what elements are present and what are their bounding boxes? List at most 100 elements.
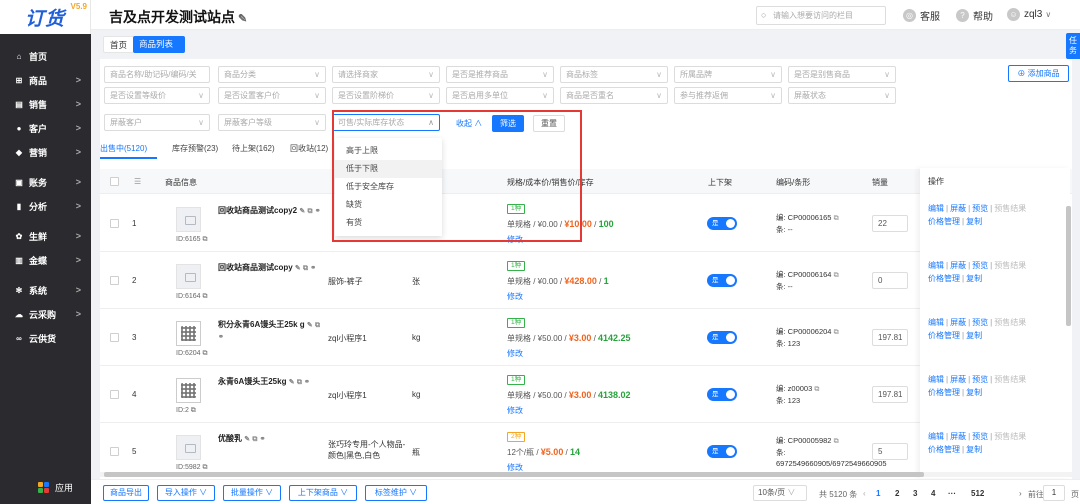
dropdown-option[interactable]: 缺货 — [335, 196, 442, 214]
task-button[interactable]: 任务 — [1066, 33, 1080, 59]
product-thumbnail[interactable] — [176, 321, 201, 346]
modify-link[interactable]: 修改 — [507, 234, 523, 245]
product-name[interactable]: 回收站商品测试copy2 — [218, 206, 297, 215]
filter-select[interactable]: 是否设置等级价 ∨ — [104, 87, 210, 104]
prev-page-icon[interactable]: ‹ — [863, 489, 866, 498]
preview-link[interactable]: 预览 — [972, 432, 988, 441]
product-thumbnail[interactable] — [176, 264, 201, 289]
copy-link[interactable]: 复制 — [966, 445, 982, 454]
copy-icon[interactable]: ⧉ — [191, 407, 196, 414]
next-page-icon[interactable]: › — [1019, 489, 1022, 498]
filter-button[interactable]: 筛选 — [492, 115, 524, 132]
price-manage-link[interactable]: 价格管理 — [928, 217, 960, 226]
apps-button[interactable]: 应用 — [0, 476, 91, 498]
copy-icon[interactable]: ⧉ — [202, 236, 207, 243]
filter-select[interactable]: 商品标签 ∨ — [560, 66, 668, 83]
preview-link[interactable]: 预览 — [972, 261, 988, 270]
sales-input[interactable]: 5 — [872, 443, 908, 460]
collapse-filters-link[interactable]: 收起 ∧ — [456, 118, 482, 129]
dropdown-option[interactable]: 低于下限 — [335, 160, 442, 178]
filter-select[interactable]: 是否设置阶梯价 ∨ — [332, 87, 440, 104]
row-checkbox[interactable] — [110, 276, 119, 285]
column-settings-icon[interactable]: ☰ — [134, 177, 141, 186]
dropdown-option[interactable]: 有货 — [335, 214, 442, 232]
filter-select[interactable]: 参与推荐返佣 ∨ — [674, 87, 782, 104]
copy-link[interactable]: 复制 — [966, 331, 982, 340]
edit-icon[interactable]: ✎ — [244, 436, 250, 443]
shelf-toggle[interactable]: 是 — [707, 217, 737, 230]
sidebar-item-6[interactable]: ▮ 分析 > — [0, 194, 91, 218]
sidebar-item-4[interactable]: ◆ 营销 > — [0, 140, 91, 164]
link-icon[interactable]: ⚭ — [260, 436, 266, 443]
filter-select[interactable]: 是否启用多单位 ∨ — [446, 87, 554, 104]
edit-icon[interactable]: ✎ — [307, 322, 313, 329]
product-thumbnail[interactable] — [176, 378, 201, 403]
copy-icon[interactable]: ⧉ — [834, 272, 839, 279]
help-link[interactable]: ? 帮助 — [956, 8, 993, 23]
reset-button[interactable]: 重置 — [533, 115, 565, 132]
status-tab-0[interactable]: 出售中(5120) — [100, 143, 147, 154]
filter-select[interactable]: 屏蔽客户 ∨ — [104, 114, 210, 131]
row-checkbox[interactable] — [110, 390, 119, 399]
bottom-action-button[interactable]: 批量操作 ∨ — [223, 485, 281, 501]
sales-input[interactable]: 197.81 — [872, 386, 908, 403]
modify-link[interactable]: 修改 — [507, 291, 523, 302]
copy-icon[interactable]: ⧉ — [202, 293, 207, 300]
app-logo[interactable]: 订货 V5.9 — [0, 0, 91, 34]
block-link[interactable]: 屏蔽 — [950, 261, 966, 270]
presale-result-link[interactable]: 预售结果 — [994, 261, 1026, 270]
sidebar-item-3[interactable]: ● 客户 > — [0, 116, 91, 140]
price-manage-link[interactable]: 价格管理 — [928, 388, 960, 397]
filter-select[interactable]: 可售/实际库存状态 ∧ — [332, 114, 440, 131]
select-all-checkbox[interactable] — [110, 177, 119, 186]
product-name[interactable]: 永青6A馒头王25kg — [218, 377, 286, 386]
edit-link[interactable]: 编辑 — [928, 318, 944, 327]
link-icon[interactable]: ⚭ — [304, 379, 310, 386]
preview-link[interactable]: 预览 — [972, 318, 988, 327]
shelf-toggle[interactable]: 是 — [707, 388, 737, 401]
copy-link[interactable]: 复制 — [966, 388, 982, 397]
page-number[interactable]: 4 — [931, 489, 935, 498]
presale-result-link[interactable]: 预售结果 — [994, 318, 1026, 327]
horizontal-scrollbar[interactable] — [100, 472, 1072, 477]
filter-select[interactable]: 商品分类 ∨ — [218, 66, 326, 83]
sales-input[interactable]: 197.81 — [872, 329, 908, 346]
row-checkbox[interactable] — [110, 333, 119, 342]
copy-icon[interactable]: ⧉ — [297, 379, 302, 386]
shelf-toggle[interactable]: 是 — [707, 331, 737, 344]
block-link[interactable]: 屏蔽 — [950, 318, 966, 327]
filter-select[interactable]: 所属品牌 ∨ — [674, 66, 782, 83]
vertical-scrollbar[interactable] — [1066, 206, 1071, 326]
edit-icon[interactable]: ✎ — [289, 379, 295, 386]
sidebar-item-8[interactable]: ▥ 金蝶 > — [0, 248, 91, 272]
bottom-action-button[interactable]: 商品导出 — [103, 485, 149, 501]
row-checkbox[interactable] — [110, 447, 119, 456]
filter-select[interactable]: 请选择商家 ∨ — [332, 66, 440, 83]
copy-icon[interactable]: ⧉ — [315, 322, 320, 329]
status-tab-2[interactable]: 待上架(162) — [232, 143, 275, 154]
dropdown-option[interactable]: 低于安全库存 — [335, 178, 442, 196]
preview-link[interactable]: 预览 — [972, 375, 988, 384]
price-manage-link[interactable]: 价格管理 — [928, 274, 960, 283]
edit-link[interactable]: 编辑 — [928, 375, 944, 384]
service-link[interactable]: ◎ 客服 — [903, 8, 940, 23]
price-manage-link[interactable]: 价格管理 — [928, 445, 960, 454]
dropdown-option[interactable]: 高于上限 — [335, 142, 442, 160]
sidebar-item-10[interactable]: ☁ 云采购 > — [0, 302, 91, 326]
page-number[interactable]: 3 — [913, 489, 917, 498]
copy-icon[interactable]: ⧉ — [303, 265, 308, 272]
bottom-action-button[interactable]: 标签维护 ∨ — [365, 485, 427, 501]
edit-icon[interactable]: ✎ — [299, 208, 305, 215]
menu-search-input[interactable]: ○ 请输入想要访问的栏目 — [756, 6, 886, 25]
sidebar-item-9[interactable]: ✻ 系统 > — [0, 278, 91, 302]
sidebar-item-1[interactable]: ⊞ 商品 > — [0, 68, 91, 92]
user-menu[interactable]: ☺ zql3 ∨ — [1007, 8, 1051, 21]
copy-icon[interactable]: ⧉ — [814, 386, 819, 393]
sales-input[interactable]: 22 — [872, 215, 908, 232]
bottom-action-button[interactable]: 导入操作 ∨ — [157, 485, 215, 501]
edit-title-icon[interactable]: ✎ — [238, 13, 247, 25]
link-icon[interactable]: ⚭ — [310, 265, 316, 272]
shelf-toggle[interactable]: 是 — [707, 445, 737, 458]
presale-result-link[interactable]: 预售结果 — [994, 375, 1026, 384]
product-name[interactable]: 优酸乳 — [218, 434, 242, 443]
